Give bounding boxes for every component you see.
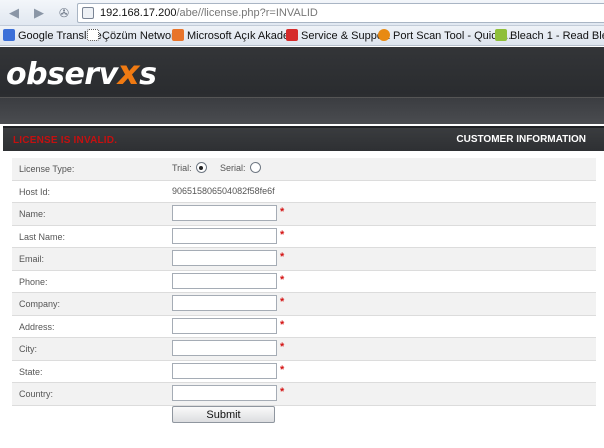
wrench-icon[interactable]: ✇: [56, 5, 72, 21]
state-field[interactable]: [172, 362, 277, 379]
email-field[interactable]: [172, 250, 277, 266]
company-field[interactable]: [172, 295, 277, 311]
bookmark-bleach[interactable]: Bleach 1 - Read Bleach...: [495, 29, 604, 43]
name-field[interactable]: [172, 205, 277, 221]
flag-icon: [172, 29, 184, 41]
section-title: CUSTOMER INFORMATION: [456, 134, 586, 145]
bookmarks-bar: Google Translate Çözüm Network Microsoft…: [0, 26, 604, 46]
site-header: observxs: [0, 47, 604, 124]
required-mark: *: [280, 341, 285, 353]
address-text: 192.168.17.200/abe//license.php?r=INVALI…: [100, 7, 318, 19]
trial-option[interactable]: Trial:: [172, 162, 207, 173]
city-label: City:: [19, 344, 37, 354]
submit-button[interactable]: Submit: [172, 406, 275, 423]
host-id-row: Host Id: 906515806504082f58fe6f: [12, 181, 596, 203]
phone-row: Phone: *: [12, 271, 596, 293]
license-form: License Type: Trial: Serial: Host Id: 90…: [12, 158, 596, 423]
phone-label: Phone:: [19, 276, 48, 287]
required-mark: *: [280, 318, 285, 331]
serial-option[interactable]: Serial:: [220, 162, 261, 173]
bookmark-cozum-network[interactable]: Çözüm Network: [87, 29, 180, 43]
required-mark: *: [280, 386, 285, 398]
city-field[interactable]: [172, 340, 277, 356]
host-id-label: Host Id:: [19, 186, 51, 197]
company-label: Company:: [19, 299, 61, 309]
bleach-icon: [495, 29, 507, 41]
last-name-row: Last Name: *: [12, 226, 596, 248]
country-label: Country:: [19, 389, 54, 399]
state-label: State:: [19, 366, 43, 377]
last-name-field[interactable]: [172, 227, 277, 244]
browser-toolbar: ◀ ▶ ✇ 192.168.17.200/abe//license.php?r=…: [0, 0, 604, 26]
back-arrow-icon[interactable]: ◀: [6, 5, 22, 21]
required-mark: *: [280, 296, 285, 308]
page-icon: [87, 29, 99, 41]
bookmark-microsoft-acik-akademi[interactable]: Microsoft Açık Akade...: [172, 29, 298, 43]
url-host: 192.168.17.200: [100, 7, 177, 19]
email-label: Email:: [19, 254, 45, 264]
section-bar: LICENSE IS INVALID. CUSTOMER INFORMATION: [3, 126, 604, 151]
translate-icon: [3, 29, 15, 41]
forward-arrow-icon[interactable]: ▶: [31, 5, 47, 21]
required-mark: *: [280, 206, 285, 218]
address-field[interactable]: [172, 317, 277, 334]
required-mark: *: [280, 251, 285, 263]
trial-radio[interactable]: [195, 162, 207, 173]
name-row: Name: *: [12, 203, 596, 226]
license-status: LICENSE IS INVALID.: [13, 135, 118, 146]
country-field[interactable]: [172, 385, 277, 401]
state-row: State: *: [12, 361, 596, 383]
bookmark-port-scan-tool[interactable]: Port Scan Tool - Quick...: [378, 29, 511, 43]
url-path: /abe//license.php?r=INVALID: [176, 7, 318, 19]
name-label: Name:: [19, 209, 46, 219]
portscan-icon: [378, 29, 390, 41]
license-type-label: License Type:: [19, 164, 75, 174]
phone-field[interactable]: [172, 272, 277, 289]
address-label: Address:: [19, 321, 55, 332]
service-icon: [286, 29, 298, 41]
country-row: Country: *: [12, 383, 596, 406]
address-row: Address: *: [12, 316, 596, 338]
required-mark: *: [280, 273, 285, 286]
email-row: Email: *: [12, 248, 596, 271]
bookmark-service-support[interactable]: Service & Support: [286, 29, 390, 43]
license-type-row: License Type: Trial: Serial:: [12, 158, 596, 181]
last-name-label: Last Name:: [19, 231, 66, 242]
address-bar[interactable]: 192.168.17.200/abe//license.php?r=INVALI…: [77, 3, 604, 23]
required-mark: *: [280, 228, 285, 241]
company-row: Company: *: [12, 293, 596, 316]
page-icon: [82, 7, 94, 19]
observix-logo[interactable]: observxs: [6, 53, 157, 93]
header-band: [0, 97, 604, 124]
host-id-value: 906515806504082f58fe6f: [172, 185, 275, 196]
city-row: City: *: [12, 338, 596, 361]
serial-radio[interactable]: [249, 162, 261, 173]
required-mark: *: [280, 363, 285, 376]
